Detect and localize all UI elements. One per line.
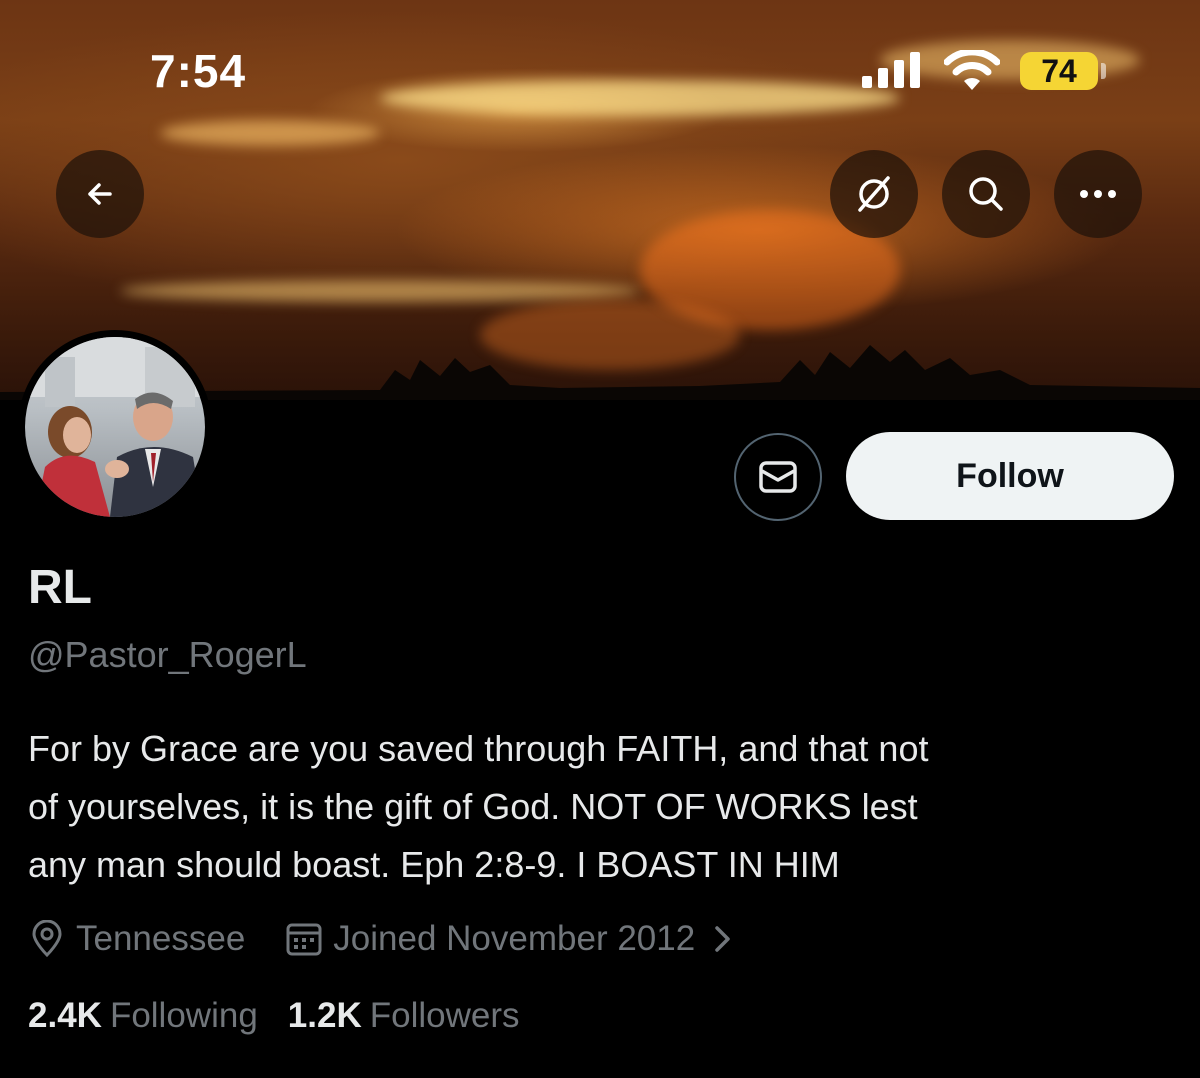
back-button[interactable] [56, 150, 144, 238]
following-link[interactable]: 2.4K Following [28, 996, 288, 1036]
bio: For by Grace are you saved through FAITH… [28, 720, 1178, 894]
following-count: 2.4K [28, 996, 102, 1035]
battery-icon: 74 [1020, 52, 1098, 90]
user-handle: @Pastor_RogerL [28, 634, 307, 675]
grok-button[interactable] [830, 150, 918, 238]
follow-stats: 2.4K Following 1.2K Followers [28, 996, 550, 1036]
wifi-icon [944, 50, 1000, 90]
envelope-icon [759, 461, 797, 493]
battery-level: 74 [1041, 52, 1077, 89]
followers-link[interactable]: 1.2K Followers [288, 996, 550, 1036]
joined-date[interactable]: Joined November 2012 [285, 919, 747, 959]
chevron-right-icon [715, 926, 730, 952]
avatar[interactable] [18, 330, 212, 524]
message-button[interactable] [734, 433, 822, 521]
bio-line: For by Grace are you saved through FAITH… [28, 728, 929, 769]
location-text: Tennessee [76, 919, 246, 958]
location: Tennessee [28, 919, 245, 959]
back-arrow-icon [88, 183, 112, 205]
status-time: 7:54 [150, 45, 247, 97]
avatar-photo [25, 337, 205, 517]
followers-count: 1.2K [287, 996, 362, 1035]
cellular-signal-icon [862, 52, 920, 88]
display-name: RL [28, 561, 92, 614]
search-button[interactable] [942, 150, 1030, 238]
grok-icon [858, 176, 890, 212]
followers-label: Followers [369, 996, 520, 1035]
joined-text: Joined November 2012 [333, 919, 696, 958]
following-label: Following [109, 996, 258, 1035]
more-icon [1080, 190, 1116, 198]
search-icon [969, 177, 1003, 211]
bio-line: of yourselves, it is the gift of God. NO… [28, 786, 918, 827]
follow-button[interactable]: Follow [846, 432, 1174, 520]
profile-meta: Tennessee Joined November 2012 [28, 914, 747, 964]
location-pin-icon [32, 920, 62, 958]
more-button[interactable] [1054, 150, 1142, 238]
battery-tip [1101, 63, 1106, 79]
calendar-icon [286, 923, 322, 956]
bio-line: any man should boast. Eph 2:8-9. I BOAST… [28, 844, 840, 885]
